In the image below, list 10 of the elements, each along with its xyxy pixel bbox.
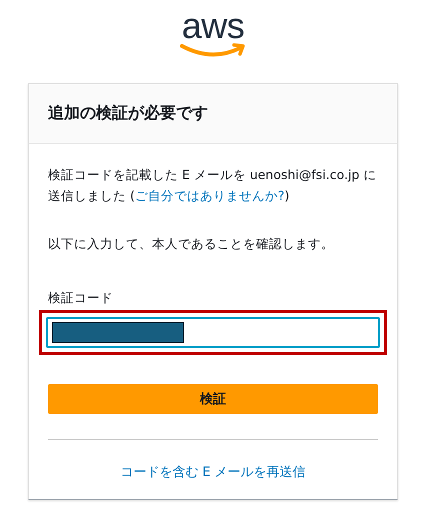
- verify-button[interactable]: 検証: [48, 384, 378, 414]
- not-you-link[interactable]: ご自分ではありませんか?: [134, 188, 284, 203]
- smile-arrow-icon: [180, 42, 246, 58]
- resend-link[interactable]: コードを含む E メールを再送信: [120, 465, 306, 480]
- field-label: 検証コード: [48, 290, 114, 306]
- logo-text: aws: [182, 10, 244, 42]
- message-text: 検証コードを記載した E メールを uenoshi@fsi.co.jp に送信しました (ご自分ではありませんか?): [48, 166, 378, 205]
- code-input-field[interactable]: [46, 317, 380, 348]
- instruction-text: 以下に入力して、本人であることを確認します。: [48, 235, 335, 253]
- card-title: 追加の検証が必要です: [48, 103, 208, 124]
